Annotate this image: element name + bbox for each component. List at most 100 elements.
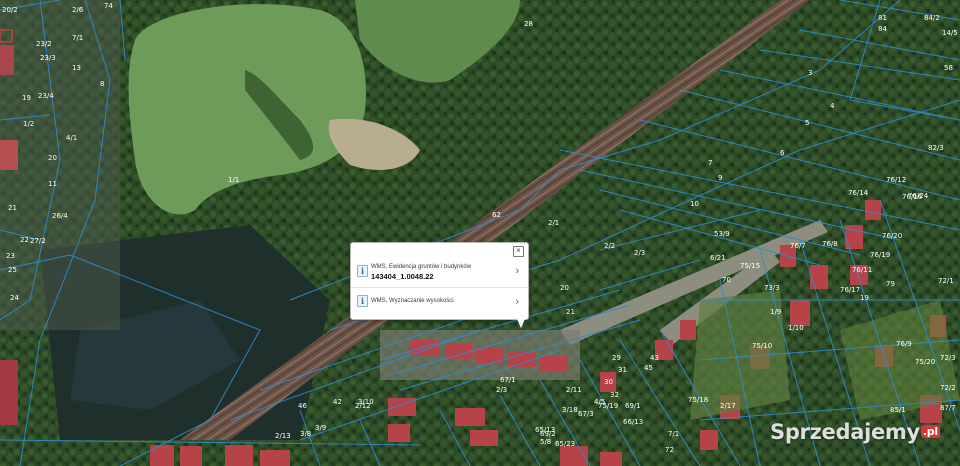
parcel-number-label: 2/3 xyxy=(634,249,645,257)
parcel-number-label: 53/9 xyxy=(714,230,730,238)
parcel-number-label: 69/2 xyxy=(540,430,556,438)
layer-name: WMS, Ewidencja gruntów i budynków xyxy=(371,264,472,270)
parcel-number-label: 76/9 xyxy=(896,340,912,348)
parcel-number-label: 2/2 xyxy=(604,242,615,250)
parcel-number-label: 6 xyxy=(780,149,785,157)
parcel-number-label: 1/1 xyxy=(228,176,239,184)
parcel-number-label: 7/1 xyxy=(668,430,679,438)
close-icon[interactable]: × xyxy=(513,246,524,257)
parcel-number-label: 2/13 xyxy=(275,432,291,440)
parcel-number-label: 2/17 xyxy=(720,402,736,410)
parcel-number-label: 75/15 xyxy=(740,262,760,270)
parcel-number-label: 9 xyxy=(718,174,722,182)
parcel-number-label: 74 xyxy=(104,2,113,10)
parcel-number-label: 20/2 xyxy=(2,6,18,14)
parcel-number-label: 1/10 xyxy=(788,324,804,332)
watermark-text: Sprzedajemy xyxy=(770,420,920,444)
parcel-number-label: 2/3 xyxy=(496,386,507,394)
parcel-number-label: 69/1 xyxy=(625,402,641,410)
parcel-number-label: 76/14 xyxy=(848,189,869,197)
parcel-number-label: 21 xyxy=(566,308,575,316)
parcel-number-label: 42 xyxy=(333,398,342,406)
parcel-number-label: 11 xyxy=(48,180,57,188)
parcel-number-label: 76/12 xyxy=(886,176,906,184)
parcel-number-label: 31 xyxy=(618,366,627,374)
layer-name: WMS, Wyznaczanie wysokości xyxy=(371,298,454,304)
parcel-number-label: 3/18 xyxy=(562,406,578,414)
parcel-number-label: 58 xyxy=(944,64,953,72)
parcel-number-label: 67/3 xyxy=(578,410,594,418)
parcel-number-label: 21 xyxy=(8,204,17,212)
parcel-number-label: 20 xyxy=(560,284,569,292)
parcel-number-label: 4 xyxy=(830,102,835,110)
parcel-number-label: 32 xyxy=(610,391,619,399)
parcel-number-label: 75/20 xyxy=(915,358,935,366)
info-icon: i xyxy=(357,295,368,307)
parcel-number-label: 5 xyxy=(805,119,809,127)
parcel-number-label: 6/21 xyxy=(710,254,726,262)
chevron-right-icon: › xyxy=(515,296,519,308)
parcel-number-label: 75/10 xyxy=(752,342,772,350)
parcel-number-label: 76/19 xyxy=(870,251,890,259)
parcel-number-label: 3/9 xyxy=(315,424,326,432)
parcel-number-label: 5/8 xyxy=(540,438,551,446)
parcel-number-label: 13 xyxy=(72,64,81,72)
parcel-number-label: 25 xyxy=(8,266,17,274)
parcel-number-label: 2/12 xyxy=(355,402,371,410)
parcel-number-label: 72/2 xyxy=(940,384,956,392)
parcel-number-label: 23/3 xyxy=(40,54,56,62)
parcel-number-label: 81 xyxy=(878,14,887,22)
parcel-number-label: 2/1 xyxy=(548,219,559,227)
parcel-number-label: 8 xyxy=(100,80,104,88)
parcel-number-label: 76/17 xyxy=(840,286,860,294)
parcel-number-label: 84/2 xyxy=(924,14,940,22)
popup-item-elevation[interactable]: i WMS, Wyznaczanie wysokości › xyxy=(351,287,528,316)
parcel-number-label: 72/1 xyxy=(938,277,954,285)
parcel-number-label: 75/18 xyxy=(688,396,708,404)
parcel-number-label: 76/8 xyxy=(822,240,838,248)
parcel-number-label: 85/1 xyxy=(890,406,906,414)
parcel-number-label: 76/11 xyxy=(852,266,872,274)
parcel-number-label: 26/4 xyxy=(52,212,68,220)
watermark-logo: Sprzedajemy .pl xyxy=(770,420,940,444)
chevron-right-icon: › xyxy=(515,265,519,277)
parcel-number-label: 76/7 xyxy=(790,242,806,250)
parcel-number-label: 24 xyxy=(10,294,19,302)
parcel-number-label: 65/23 xyxy=(555,440,575,448)
parcel-number-label: 45 xyxy=(644,364,653,372)
parcel-number-label: 73/3 xyxy=(764,284,780,292)
parcel-number-label: 3/8 xyxy=(300,430,311,438)
parcel-number-label: 82/3 xyxy=(928,144,944,152)
parcel-number-label: 79 xyxy=(886,280,895,288)
parcel-number-label: 84 xyxy=(878,25,887,33)
parcel-number-label: 20 xyxy=(48,154,57,162)
popup-item-cadastre[interactable]: i WMS, Ewidencja gruntów i budynków 1434… xyxy=(351,258,528,286)
parcel-number-label: 72 xyxy=(665,446,674,454)
parcel-number-label: 10 xyxy=(690,200,699,208)
aerial-map[interactable]: 20/2 23/2 23/3 23/4 19 20 21 22 23 24 25 26/4 27/2 1/… xyxy=(0,0,960,466)
feature-info-popup: × i WMS, Ewidencja gruntów i budynków 14… xyxy=(350,242,529,328)
parcel-number-label: 27/2 xyxy=(30,237,46,245)
parcel-number-label: 29 xyxy=(612,354,621,362)
parcel-number-label: 30 xyxy=(604,378,613,386)
building xyxy=(0,140,18,170)
parcel-number-label: 62 xyxy=(492,211,501,219)
parcel-number-label: 75/19 xyxy=(598,402,618,410)
parcel-number-label: 23/2 xyxy=(36,40,52,48)
parcel-number-label: 1/2 xyxy=(23,120,34,128)
parcel-number-label: 19 xyxy=(22,94,31,102)
building xyxy=(0,45,14,75)
parcel-number-label: 3 xyxy=(808,69,812,77)
parcel-number-label: 23 xyxy=(6,252,15,260)
parcel-number-label: 72/3 xyxy=(940,354,956,362)
parcel-id: 143404_1.0048.22 xyxy=(371,272,434,281)
parcel-number-label: 23/4 xyxy=(38,92,54,100)
parcel-number-label: 76/20 xyxy=(882,232,902,240)
parcel-number-label: 2/6 xyxy=(72,6,84,14)
map-view[interactable]: 20/2 23/2 23/3 23/4 19 20 21 22 23 24 25 26/4 27/2 1/… xyxy=(0,0,960,466)
parcel-number-label: 28 xyxy=(524,20,533,28)
parcel-number-label: 2/11 xyxy=(566,386,582,394)
parcel-number-label: 46 xyxy=(298,402,307,410)
parcel-number-label: 70 xyxy=(722,276,731,284)
parcel-number-label: 87/7 xyxy=(940,404,956,412)
